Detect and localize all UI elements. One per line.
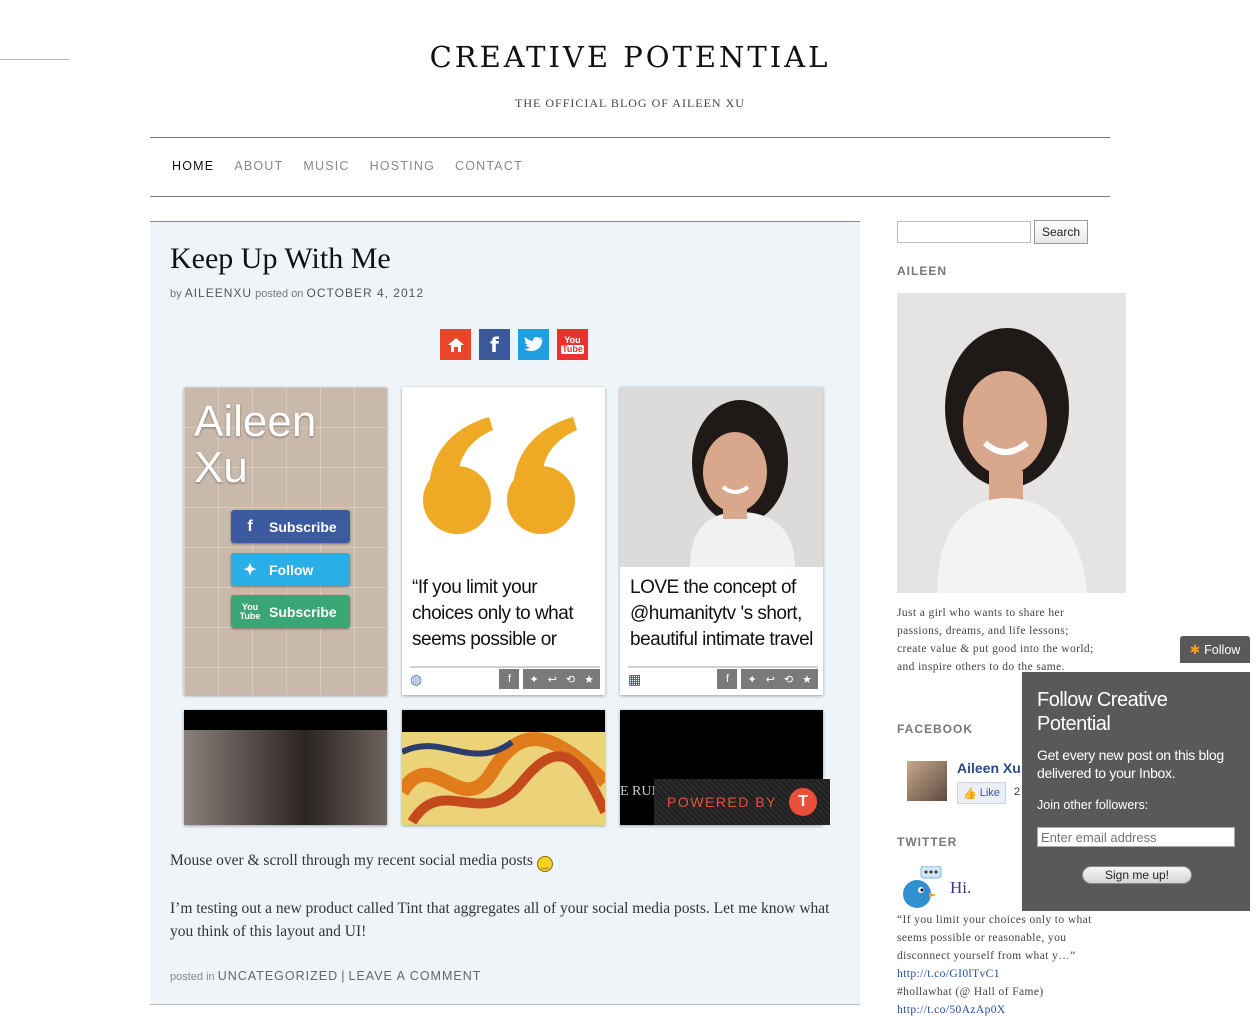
- post-paragraph-2: I’m testing out a new product called Tin…: [170, 900, 830, 940]
- tint-photo-tile[interactable]: LOVE the concept of @humanitytv 's short…: [620, 387, 823, 695]
- tint-logo-icon: T: [788, 788, 817, 816]
- quote-tile-footer: ◍ f ✦ ↩ ⟲ ★: [410, 666, 600, 690]
- quote-mark-icon: [402, 387, 605, 567]
- leave-comment-link[interactable]: LEAVE A COMMENT: [349, 969, 482, 983]
- tweet-text-2: #hollawhat (@ Hall of Fame): [897, 986, 1044, 998]
- follow-description: Get every new post on this blog delivere…: [1037, 747, 1224, 781]
- twitter-hi-greeting: Hi.: [950, 878, 972, 897]
- photo-post-text: LOVE the concept of @humanitytv 's short…: [630, 577, 813, 650]
- thumbs-up-icon: 👍: [963, 787, 977, 800]
- tweet-item: “If you limit your choices only to what …: [897, 911, 1102, 1019]
- nav-bottom-rule: [150, 196, 1110, 197]
- search-input[interactable]: [897, 221, 1031, 243]
- share-facebook-icon[interactable]: f: [717, 669, 738, 689]
- post-author-link[interactable]: AILEENXU: [185, 286, 252, 300]
- nav-about[interactable]: ABOUT: [234, 159, 283, 173]
- follow-email-input[interactable]: [1037, 827, 1235, 847]
- kitchen-video-thumbnail: [184, 730, 387, 825]
- grid-icon: ▦: [628, 670, 642, 687]
- twitter-bird-icon: [899, 865, 942, 908]
- twitter-actions: ✦ ↩ ⟲ ★: [741, 669, 818, 689]
- smiley-icon: ‿: [536, 856, 553, 872]
- post-paragraph-1: Mouse over & scroll through my recent so…: [170, 849, 850, 872]
- share-facebook-icon[interactable]: f: [499, 669, 520, 689]
- youtube-subscribe-button[interactable]: You Tube Subscribe: [231, 595, 350, 628]
- photo-tile-footer: ▦ f ✦ ↩ ⟲ ★: [628, 666, 818, 690]
- facebook-icon[interactable]: f: [479, 329, 510, 360]
- nav-contact[interactable]: CONTACT: [455, 159, 523, 173]
- main-nav: HOME ABOUT MUSIC HOSTING CONTACT: [172, 159, 523, 173]
- twitter-icon[interactable]: ✦: [529, 673, 538, 686]
- search-button[interactable]: Search: [1034, 220, 1088, 244]
- category-link[interactable]: UNCATEGORIZED: [218, 969, 338, 983]
- retweet-icon[interactable]: ⟲: [784, 673, 793, 686]
- nav-top-rule: [150, 137, 1110, 138]
- tweet-text: “If you limit your choices only to what …: [897, 914, 1092, 962]
- follow-star-icon: ✱: [1189, 643, 1201, 657]
- post-title[interactable]: Keep Up With Me: [170, 242, 391, 276]
- youtube-icon[interactable]: You Tube: [557, 329, 588, 360]
- quote-post-text: “If you limit your choices only to what …: [412, 577, 574, 650]
- fb-page-name[interactable]: Aileen Xu: [957, 760, 1021, 776]
- profile-name: Aileen Xu: [194, 397, 317, 492]
- twitter-bird-icon: ✦: [243, 561, 257, 579]
- post-footer: posted in UNCATEGORIZED | LEAVE A COMMEN…: [170, 969, 482, 983]
- nav-music[interactable]: MUSIC: [303, 159, 349, 173]
- youtube-icon: You Tube: [239, 601, 261, 621]
- follow-panel: Follow Creative Potential Get every new …: [1022, 672, 1250, 911]
- post-date-link[interactable]: OCTOBER 4, 2012: [307, 286, 425, 300]
- tint-art-tile[interactable]: [402, 710, 605, 825]
- post-meta: by AILEENXU posted on OCTOBER 4, 2012: [170, 286, 424, 300]
- reply-icon[interactable]: ↩: [766, 673, 775, 686]
- follow-signup-button[interactable]: Sign me up!: [1082, 866, 1192, 884]
- site-title[interactable]: CREATIVE POTENTIAL: [0, 40, 1260, 74]
- post-by-label: by: [170, 288, 182, 300]
- tint-quote-tile[interactable]: “If you limit your choices only to what …: [402, 387, 605, 695]
- aileen-photo: [897, 293, 1126, 593]
- powered-by-tint-badge[interactable]: POWERED BY T: [654, 779, 830, 825]
- fb-avatar[interactable]: [907, 761, 947, 801]
- retweet-icon[interactable]: ⟲: [566, 673, 575, 686]
- tint-profile-tile[interactable]: Aileen Xu f Subscribe ✦ Follow You Tube Subs…: [184, 387, 387, 695]
- tweet-link-1[interactable]: http://t.co/GI0lTvC1: [897, 968, 1000, 980]
- post-posted-on-label: posted on: [255, 288, 304, 300]
- reply-icon[interactable]: ↩: [548, 673, 557, 686]
- home-icon[interactable]: [440, 329, 471, 360]
- twitter-icon[interactable]: ✦: [747, 673, 756, 686]
- fb-like-button[interactable]: 👍 Like: [957, 782, 1006, 804]
- facebook-subscribe-button[interactable]: f Subscribe: [231, 510, 350, 543]
- follow-tab-button[interactable]: ✱ Follow: [1180, 636, 1250, 663]
- nav-home[interactable]: HOME: [172, 159, 214, 173]
- aileen-bio: Just a girl who wants to share her passi…: [897, 607, 1094, 673]
- tint-video-tile-1[interactable]: [184, 710, 387, 825]
- globe-icon: ◍: [410, 670, 423, 687]
- fb-like-count: 2: [1014, 786, 1021, 798]
- follow-title: Follow Creative Potential: [1037, 689, 1168, 735]
- portrait-photo: [620, 387, 823, 567]
- post-article: Keep Up With Me by AILEENXU posted on OC…: [150, 221, 860, 1005]
- footer-separator: |: [341, 969, 346, 983]
- twitter-icon[interactable]: [518, 329, 549, 360]
- nav-hosting[interactable]: HOSTING: [370, 159, 435, 173]
- twitter-widget-title: TWITTER: [897, 835, 958, 849]
- social-icon-row: f You Tube: [440, 329, 588, 360]
- favorite-icon[interactable]: ★: [802, 673, 812, 686]
- facebook-widget-title: FACEBOOK: [897, 722, 974, 736]
- follow-join-label: Join other followers:: [1037, 798, 1149, 812]
- twitter-actions: ✦ ↩ ⟲ ★: [523, 669, 600, 689]
- site-tagline: THE OFFICIAL BLOG OF AILEEN XU: [515, 96, 745, 110]
- twitter-follow-button[interactable]: ✦ Follow: [231, 553, 350, 586]
- aileen-widget-title: AILEEN: [897, 264, 948, 278]
- facebook-icon: f: [247, 517, 253, 535]
- powered-by-label: POWERED BY: [667, 794, 777, 810]
- favorite-icon[interactable]: ★: [584, 673, 594, 686]
- art-thumbnail: [402, 732, 605, 825]
- tweet-link-2[interactable]: http://t.co/50AzAp0X: [897, 1004, 1006, 1016]
